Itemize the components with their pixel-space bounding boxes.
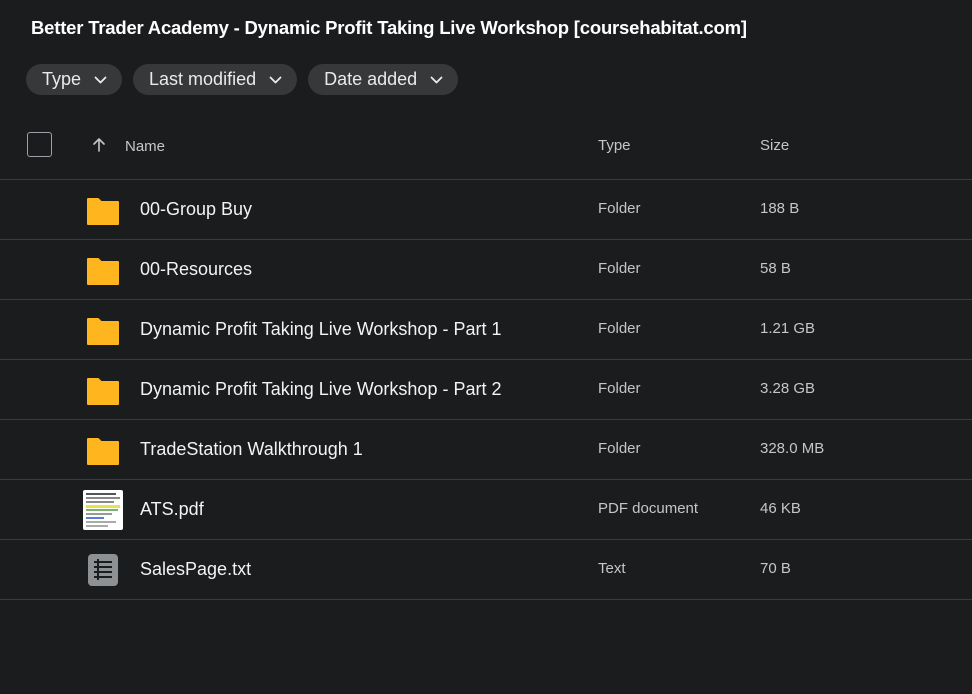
file-row[interactable]: 00-Group Buy Folder 188 B <box>0 180 972 240</box>
file-list: 00-Group Buy Folder 188 B 00-Resources F… <box>0 180 972 600</box>
column-header-name[interactable]: Name <box>125 138 165 155</box>
select-all-checkbox[interactable] <box>27 132 52 157</box>
chevron-down-icon <box>269 76 282 83</box>
folder-icon <box>87 258 119 285</box>
file-name: 00-Group Buy <box>140 199 253 219</box>
file-size: 3.28 GB <box>760 380 816 397</box>
file-size: 58 B <box>760 260 791 277</box>
file-name: ATS.pdf <box>140 499 204 519</box>
filter-type-chip[interactable]: Type <box>26 64 123 95</box>
file-type: Text <box>598 560 626 577</box>
filter-type-label: Type <box>42 69 82 89</box>
file-row[interactable]: TradeStation Walkthrough 1 Folder 328.0 … <box>0 420 972 480</box>
file-type: Folder <box>598 440 641 457</box>
file-row[interactable]: ATS.pdf PDF document 46 KB <box>0 480 972 540</box>
filter-bar: Type Last modified Date added <box>26 64 459 95</box>
pdf-thumbnail <box>83 490 123 530</box>
file-name: Dynamic Profit Taking Live Workshop - Pa… <box>140 379 502 399</box>
filter-date-added-chip[interactable]: Date added <box>308 64 459 95</box>
file-type: PDF document <box>598 500 699 517</box>
chevron-down-icon <box>94 76 107 83</box>
file-type: Folder <box>598 380 641 397</box>
file-size: 46 KB <box>760 500 801 517</box>
arrow-up-sort-icon[interactable] <box>91 137 107 153</box>
file-type: Folder <box>598 260 641 277</box>
file-size: 1.21 GB <box>760 320 816 337</box>
file-name: SalesPage.txt <box>140 559 252 579</box>
folder-icon <box>87 438 119 465</box>
file-name: Dynamic Profit Taking Live Workshop - Pa… <box>140 319 502 339</box>
text-file-icon <box>88 554 118 586</box>
folder-icon <box>87 198 119 225</box>
file-type: Folder <box>598 320 641 337</box>
file-list-header: Name Type Size <box>0 120 972 180</box>
file-type: Folder <box>598 200 641 217</box>
column-header-size[interactable]: Size <box>760 137 789 154</box>
column-header-type[interactable]: Type <box>598 137 631 154</box>
chevron-down-icon <box>430 76 443 83</box>
folder-icon <box>87 378 119 405</box>
filter-date-added-label: Date added <box>324 69 418 89</box>
file-size: 188 B <box>760 200 800 217</box>
file-row[interactable]: Dynamic Profit Taking Live Workshop - Pa… <box>0 360 972 420</box>
folder-title: Better Trader Academy - Dynamic Profit T… <box>31 17 747 38</box>
file-row[interactable]: SalesPage.txt Text 70 B <box>0 540 972 600</box>
file-size: 70 B <box>760 560 791 577</box>
file-row[interactable]: 00-Resources Folder 58 B <box>0 240 972 300</box>
file-name: TradeStation Walkthrough 1 <box>140 439 363 459</box>
filter-last-modified-chip[interactable]: Last modified <box>133 64 298 95</box>
file-size: 328.0 MB <box>760 440 825 457</box>
folder-icon <box>87 318 119 345</box>
filter-last-modified-label: Last modified <box>149 69 257 89</box>
file-row[interactable]: Dynamic Profit Taking Live Workshop - Pa… <box>0 300 972 360</box>
file-name: 00-Resources <box>140 259 253 279</box>
